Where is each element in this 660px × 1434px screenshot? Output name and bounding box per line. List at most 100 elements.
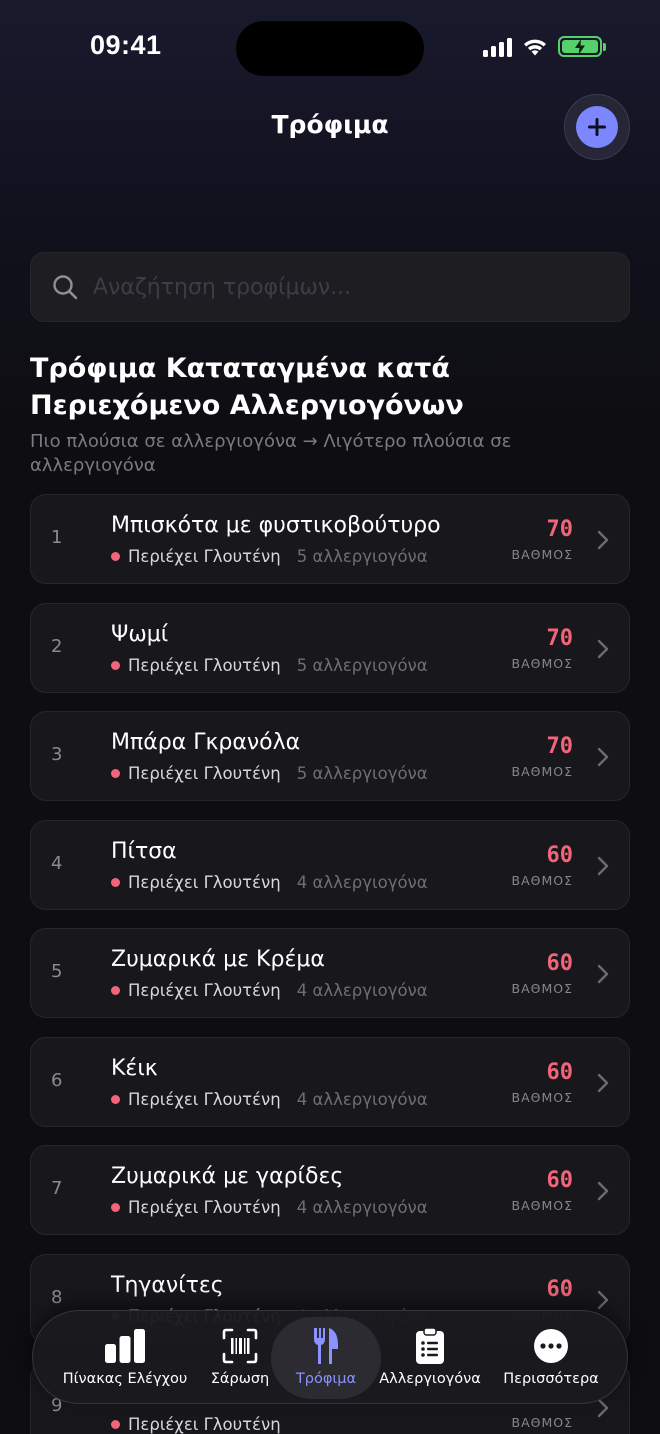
tag-label: Περιέχει Γλουτένη: [128, 547, 281, 566]
section-title: Τρόφιμα Καταταγμένα κατά Περιεχόμενο Αλλ…: [30, 353, 464, 421]
score-label: ΒΑΘΜΟΣ: [511, 981, 573, 996]
food-rank: 1: [51, 527, 63, 548]
food-list: 1 Μπισκότα με φυστικοβούτυρο Περιέχει Γλου…: [30, 494, 630, 1434]
search-input[interactable]: [93, 274, 629, 300]
tab-label: Περισσότερα: [503, 1371, 599, 1387]
warning-dot-icon: [111, 1420, 120, 1429]
score-value: 70: [546, 734, 574, 759]
allergen-count: 5 αλλεργιογόνα: [296, 764, 428, 783]
food-rank: 6: [51, 1069, 63, 1091]
tab-label: Τρόφιμα: [295, 1371, 357, 1387]
warning-dot-icon: [111, 986, 120, 995]
status-time: 09:41: [90, 30, 162, 60]
food-name: Μπάρα Γκρανόλα: [111, 730, 301, 755]
status-bar: 09:41: [0, 0, 660, 96]
chevron-right-icon: [597, 1290, 609, 1309]
food-rank: 4: [51, 852, 63, 874]
food-row[interactable]: 5 Ζυμαρικά με Κρέμα Περιέχει Γλουτένη 4 αλλ…: [30, 928, 630, 1018]
tab-more[interactable]: Περισσότερα: [487, 1311, 615, 1405]
food-row[interactable]: 7 Ζυμαρικά με γαρίδες Περιέχει Γλουτένη 4 α…: [30, 1145, 630, 1235]
food-rank: 3: [51, 744, 63, 765]
tab-bar: Πίνακας Ελέγχου Σάρωση Τρόφιμα Αλλεργιογ…: [32, 1310, 628, 1404]
tag-label: Περιέχει Γλουτένη: [128, 1198, 281, 1217]
clipboard-list-icon: [416, 1327, 444, 1364]
score-label: ΒΑΘΜΟΣ: [511, 872, 573, 888]
chevron-right-icon: [597, 639, 609, 658]
tab-allergens[interactable]: Αλλεργιογόνα: [375, 1311, 485, 1405]
food-name: Τηγανίτες: [111, 1272, 224, 1298]
allergen-count: 4 αλλεργιογόνα: [296, 1089, 428, 1109]
search-bar[interactable]: [30, 252, 630, 322]
fork-knife-icon: [314, 1328, 338, 1364]
tag-label: Περιέχει Γλουτένη: [128, 655, 281, 675]
chevron-right-icon: [597, 530, 609, 550]
food-row[interactable]: 6 Κέικ Περιέχει Γλουτένη 4 αλλεργιογόνα 60 ΒΑ…: [30, 1036, 630, 1127]
allergen-count: 4 αλλεργιογόνα: [296, 981, 428, 1000]
score-value: 60: [546, 1168, 574, 1193]
status-icons: [483, 36, 606, 57]
tag-label: Περιέχει Γλουτένη: [128, 872, 281, 892]
tab-foods[interactable]: Τρόφιμα: [271, 1311, 381, 1405]
chart-bars-icon: [105, 1329, 145, 1363]
barcode-scan-icon: [222, 1328, 258, 1364]
tag-label: Περιέχει Γλουτένη: [128, 981, 281, 1000]
score-label: ΒΑΘΜΟΣ: [511, 547, 573, 562]
score-value: 60: [546, 1276, 574, 1302]
food-name: Πίτσα: [111, 838, 177, 864]
allergen-count: 4 αλλεργιογόνα: [296, 872, 428, 892]
tab-dashboard[interactable]: Πίνακας Ελέγχου: [47, 1311, 203, 1405]
chevron-right-icon: [597, 856, 609, 875]
dynamic-island: [236, 21, 424, 76]
chevron-right-icon: [597, 747, 609, 767]
gluten-tag: Περιέχει Γλουτένη 5 αλλεργιογόνα: [111, 656, 428, 675]
gluten-tag: Περιέχει Γλουτένη 4 αλλεργιογόνα: [111, 1198, 428, 1217]
food-rank: 8: [51, 1286, 63, 1308]
chevron-right-icon: [597, 964, 609, 984]
tab-scan[interactable]: Σάρωση: [199, 1311, 281, 1405]
score-value: 70: [546, 517, 574, 542]
warning-dot-icon: [111, 552, 120, 561]
score-label: ΒΑΘΜΟΣ: [511, 764, 573, 779]
food-name: Ζυμαρικά με γαρίδες: [111, 1164, 344, 1189]
gluten-tag: Περιέχει Γλουτένη 5 αλλεργιογόνα: [111, 547, 428, 566]
gluten-tag: Περιέχει Γλουτένη 4 αλλεργιογόνα: [111, 981, 428, 1000]
score-label: ΒΑΘΜΟΣ: [511, 1415, 573, 1430]
more-dots-icon: [534, 1329, 568, 1363]
food-row[interactable]: 2 Ψωμί Περιέχει Γλουτένη 5 αλλεργιογόνα 70 ΒΑ…: [30, 602, 630, 693]
food-row[interactable]: 1 Μπισκότα με φυστικοβούτυρο Περιέχει Γλου…: [30, 494, 630, 584]
score-value: 70: [546, 625, 574, 651]
food-rank: 2: [51, 635, 63, 657]
tab-label: Σάρωση: [210, 1371, 270, 1387]
food-name: Μπισκότα με φυστικοβούτυρο: [111, 513, 441, 538]
chevron-right-icon: [597, 1181, 609, 1201]
warning-dot-icon: [111, 769, 120, 778]
search-icon: [53, 275, 78, 300]
battery-icon: [558, 36, 606, 57]
allergen-count: 5 αλλεργιογόνα: [296, 655, 428, 675]
plus-icon: [588, 118, 606, 136]
score-label: ΒΑΘΜΟΣ: [511, 1089, 573, 1105]
food-name: Ψωμί: [111, 621, 169, 647]
warning-dot-icon: [111, 660, 120, 670]
chevron-right-icon: [597, 1073, 609, 1092]
gluten-tag: Περιέχει Γλουτένη: [111, 1415, 297, 1434]
score-label: ΒΑΘΜΟΣ: [511, 655, 573, 671]
tag-label: Περιέχει Γλουτένη: [128, 1415, 281, 1434]
gluten-tag: Περιέχει Γλουτένη 5 αλλεργιογόνα: [111, 764, 428, 783]
add-food-button[interactable]: [564, 94, 630, 160]
warning-dot-icon: [111, 877, 120, 887]
tab-label: Αλλεργιογόνα: [379, 1371, 481, 1387]
food-rank: 5: [51, 961, 63, 982]
allergen-count: 5 αλλεργιογόνα: [296, 547, 428, 566]
score-value: 60: [546, 842, 574, 868]
food-row[interactable]: 4 Πίτσα Περιέχει Γλουτένη 4 αλλεργιογόνα 60 Β…: [30, 819, 630, 910]
food-name: Ζυμαρικά με Κρέμα: [111, 947, 325, 972]
tag-label: Περιέχει Γλουτένη: [128, 1089, 281, 1109]
food-rank: 7: [51, 1178, 63, 1199]
warning-dot-icon: [111, 1094, 120, 1104]
cellular-signal-icon: [483, 37, 512, 57]
food-row[interactable]: 3 Μπάρα Γκρανόλα Περιέχει Γλουτένη 5 αλλεργ…: [30, 711, 630, 801]
score-value: 60: [546, 951, 574, 976]
food-name: Κέικ: [111, 1055, 158, 1081]
section-subtitle: Πιο πλούσια σε αλλεργιογόνα → Λιγότερο π…: [30, 431, 512, 476]
